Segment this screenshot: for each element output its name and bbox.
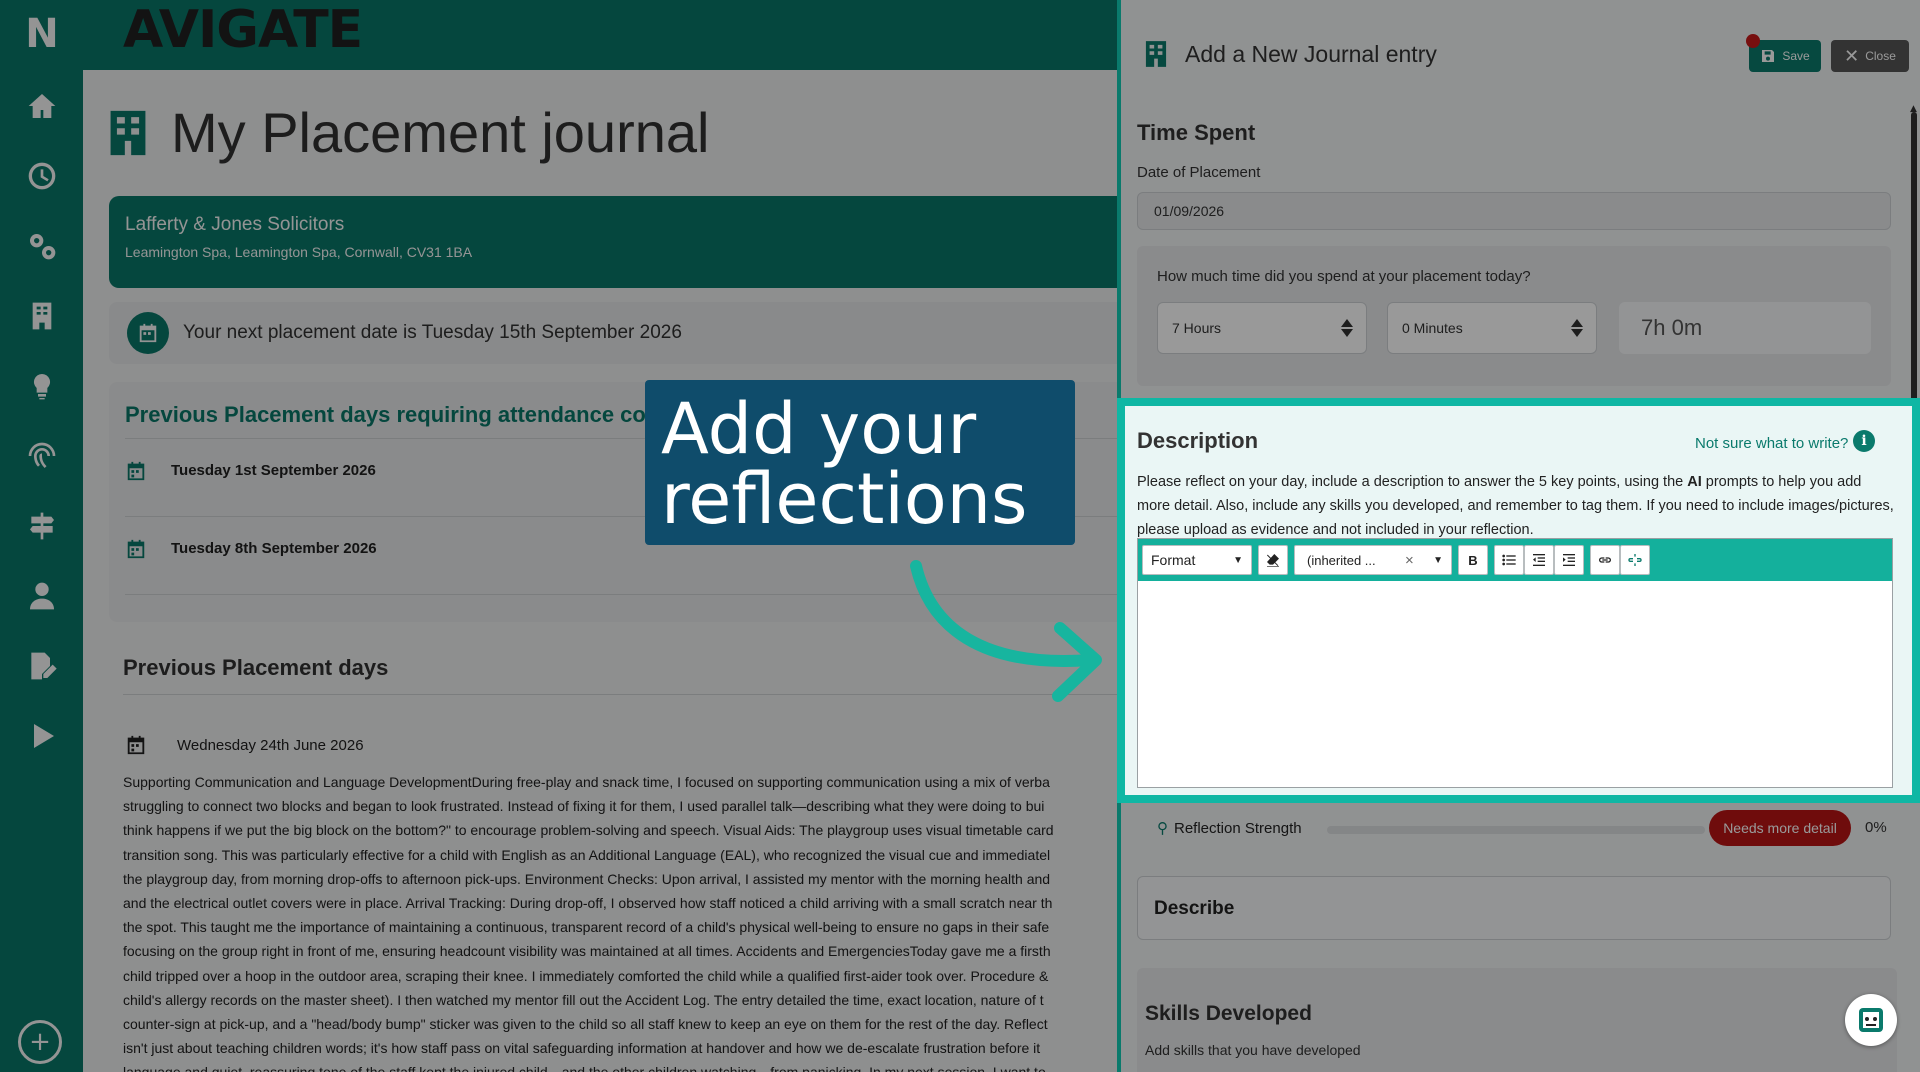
tutorial-callout: Add your reflections [645,380,1075,545]
chevron-down-icon: ▼ [1233,554,1243,566]
bulleted-list-icon [1502,554,1516,566]
description-highlight: Description Not sure what to write? i Pl… [1117,398,1920,803]
outdent-icon [1533,554,1545,566]
info-icon[interactable]: i [1853,430,1875,452]
font-label: (inherited ... [1307,552,1376,568]
editor-toolbar: Format ▼ (inherited ... × ▼ B [1138,539,1892,581]
unlink-button[interactable] [1620,545,1650,575]
outdent-button[interactable] [1524,545,1554,575]
chevron-down-icon: ▼ [1433,554,1443,566]
indent-button[interactable] [1554,545,1584,575]
assistant-bot-icon[interactable] [1845,994,1897,1046]
format-dropdown[interactable]: Format ▼ [1142,545,1252,575]
bulleted-list-button[interactable] [1494,545,1524,575]
eraser-icon [1267,554,1279,567]
link-button[interactable] [1590,545,1620,575]
format-label: Format [1151,552,1196,568]
callout-text-line: reflections [661,458,1028,540]
not-sure-link[interactable]: Not sure what to write? [1695,435,1848,452]
font-dropdown[interactable]: (inherited ... × ▼ [1294,545,1452,575]
rich-text-editor[interactable]: Format ▼ (inherited ... × ▼ B [1137,538,1893,788]
clear-format-button[interactable] [1258,545,1288,575]
pointer-arrow-icon [910,560,1102,702]
clear-icon[interactable]: × [1405,552,1414,569]
callout-text-line: Add your [661,388,977,470]
description-instructions: Please reflect on your day, include a de… [1137,470,1895,542]
instructions-text: Please reflect on your day, include a de… [1137,474,1688,490]
description-title: Description [1137,428,1259,453]
indent-icon [1563,554,1575,566]
unlink-icon [1628,554,1642,566]
instructions-ai: AI [1687,474,1702,490]
bold-button[interactable]: B [1458,545,1488,575]
link-icon [1599,557,1611,563]
description-section: Description Not sure what to write? i Pl… [1125,406,1912,795]
